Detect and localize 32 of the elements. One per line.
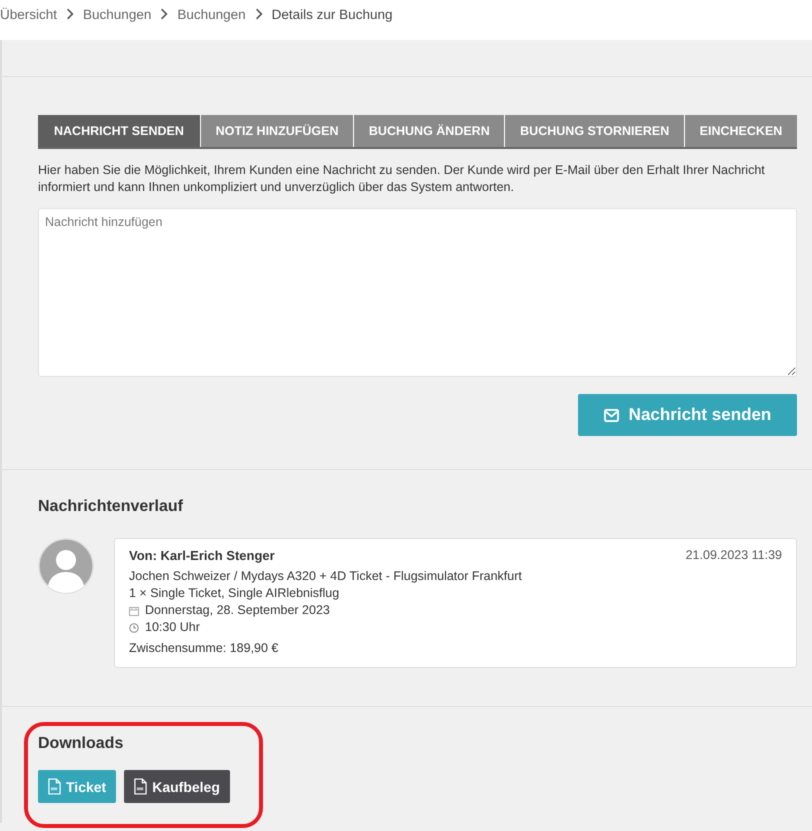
tab[interactable]: BUCHUNG ÄNDERN [353, 115, 504, 147]
time-text: 10:30 Uhr [145, 619, 200, 636]
avatar-icon [38, 538, 94, 594]
chevron-icon [254, 8, 263, 20]
document-icon [48, 778, 61, 795]
message-line: Jochen Schweizer / Mydays A320 + 4D Ticket - Flugsimulator Frankfurt [129, 568, 523, 585]
clock-icon [129, 622, 139, 632]
subtotal-text: Zwischensumme: 189,90 € [129, 640, 280, 657]
timestamp: 21.09.2023 11:39 [686, 547, 782, 564]
section-heading: Nachrichtenverlauf [38, 497, 184, 516]
message-field[interactable]: Nachricht hinzufügen [38, 208, 797, 377]
tab[interactable]: NOTIZ HINZUFÜGEN [200, 115, 354, 147]
section-heading: Downloads [38, 734, 124, 753]
breadcrumb-current: Details zur Buchung [272, 6, 392, 22]
download-button[interactable]: Kaufbeleg [124, 770, 230, 803]
breadcrumb-link[interactable]: Buchungen [177, 6, 246, 22]
calendar-icon [129, 606, 139, 616]
tab[interactable]: BUCHUNG STORNIEREN [504, 115, 684, 147]
tab[interactable]: EINCHECKEN [684, 115, 798, 147]
envelope-icon [604, 408, 619, 422]
download-button[interactable]: Ticket [38, 770, 116, 803]
tab[interactable]: NACHRICHT SENDEN [38, 115, 200, 147]
send-button[interactable]: Nachricht senden [578, 394, 797, 436]
document-icon [134, 778, 148, 795]
description-text: Hier haben Sie die Möglichkeit, Ihrem Kunden eine Nachricht zu senden. Der Kunde wird per E-Mail über den Erhalt Ihrer Nachricht informiert und kann Ihnen unkompliziert und unverzüglich über das System antworten. [38, 162, 766, 196]
breadcrumb-link[interactable]: Übersicht [0, 6, 58, 22]
message-line: 1 × Single Ticket, Single AIRlebnisflug [129, 585, 340, 602]
chevron-icon [66, 8, 74, 20]
chevron-icon [160, 8, 168, 20]
breadcrumb-link[interactable]: Buchungen [83, 6, 152, 22]
sender-name: Von: Karl-Erich Stenger [129, 547, 275, 564]
date-text: Donnerstag, 28. September 2023 [145, 602, 330, 619]
